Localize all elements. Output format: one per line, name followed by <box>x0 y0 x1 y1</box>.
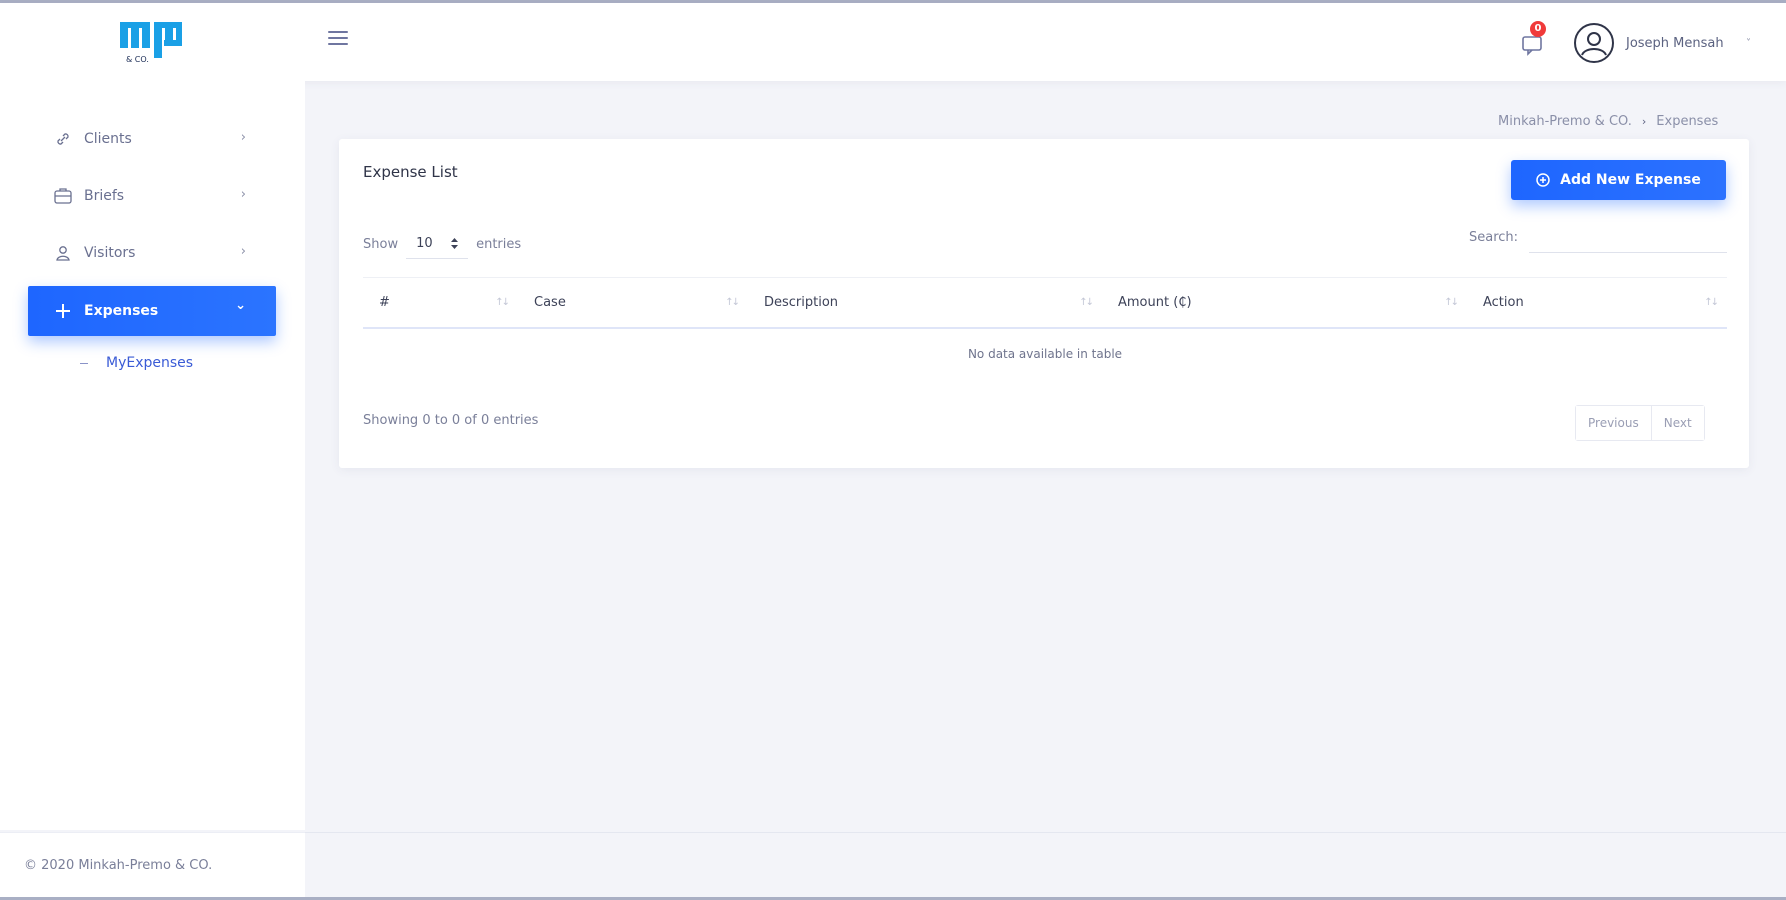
column-header-description[interactable]: Description ↑↓ <box>748 277 1102 329</box>
add-new-expense-button[interactable]: Add New Expense <box>1511 160 1726 200</box>
table-info: Showing 0 to 0 of 0 entries <box>363 413 539 428</box>
footer-main <box>305 832 1786 900</box>
sidebar-item-briefs[interactable]: Briefs › <box>28 171 276 221</box>
column-header-number[interactable]: # ↑↓ <box>363 277 518 329</box>
sidebar-item-label: Visitors <box>84 245 136 261</box>
card-title: Expense List <box>363 163 458 181</box>
table-empty-row: No data available in table <box>967 347 1123 361</box>
sidebar-item-expenses[interactable]: Expenses ⌄ <box>28 286 276 336</box>
breadcrumb: Minkah-Premo & CO. › Expenses <box>1498 114 1718 129</box>
submenu-item-label: MyExpenses <box>106 355 194 371</box>
sidebar-item-label: Expenses <box>84 303 159 319</box>
submenu-item-myexpenses[interactable]: MyExpenses <box>80 355 193 371</box>
column-header-amount[interactable]: Amount (₵) ↑↓ <box>1102 277 1467 329</box>
sort-icon: ↑↓ <box>1079 296 1094 308</box>
expense-list-card: Expense List Add New Expense Show 10 ent… <box>339 139 1749 468</box>
expenses-table: # ↑↓ Case ↑↓ Description ↑↓ Amount (₵) ↑… <box>363 277 1727 379</box>
sort-icon: ↑↓ <box>725 296 740 308</box>
show-label: Show <box>363 236 399 252</box>
chevron-right-icon: › <box>240 187 246 202</box>
plus-icon <box>52 300 74 322</box>
column-header-case[interactable]: Case ↑↓ <box>518 277 748 329</box>
plus-circle-icon <box>1536 173 1550 187</box>
entries-length-control: Show 10 entries <box>363 229 521 259</box>
sidebar-item-visitors[interactable]: Visitors › <box>28 228 276 278</box>
breadcrumb-home[interactable]: Minkah-Premo & CO. <box>1498 114 1632 129</box>
next-page-button[interactable]: Next <box>1650 406 1704 440</box>
sort-icon: ↑↓ <box>495 296 510 308</box>
menu-toggle-icon[interactable] <box>328 31 348 51</box>
notification-badge: 0 <box>1530 21 1546 37</box>
chevron-down-icon: ⌄ <box>235 298 246 313</box>
sidebar-item-label: Clients <box>84 131 132 147</box>
sort-icon: ↑↓ <box>1444 296 1459 308</box>
submenu-dash <box>80 362 88 364</box>
breadcrumb-separator-icon: › <box>1641 115 1647 128</box>
user-menu-chevron-icon[interactable]: ˅ <box>1746 38 1751 49</box>
top-header: & CO. 0 Joseph Mensah ˅ <box>0 3 1786 81</box>
search-label: Search: <box>1469 230 1519 245</box>
entries-select-value: 10 <box>416 236 433 251</box>
sort-icon: ↑↓ <box>1704 296 1719 308</box>
briefcase-icon <box>52 185 74 207</box>
entries-select[interactable]: 10 <box>406 229 469 259</box>
chevron-right-icon: › <box>240 244 246 259</box>
user-icon <box>52 242 74 264</box>
column-header-action[interactable]: Action ↑↓ <box>1467 277 1727 329</box>
pagination: Previous Next <box>1575 405 1705 441</box>
chevron-right-icon: › <box>240 130 246 145</box>
user-name[interactable]: Joseph Mensah <box>1626 36 1724 51</box>
footer-copyright: © 2020 Minkah-Premo & CO. <box>24 858 213 873</box>
sidebar-item-label: Briefs <box>84 188 125 204</box>
select-arrows-icon <box>451 238 459 249</box>
search-input[interactable] <box>1529 223 1727 253</box>
previous-page-button[interactable]: Previous <box>1576 406 1651 440</box>
add-button-label: Add New Expense <box>1560 172 1701 188</box>
entries-label: entries <box>476 236 522 252</box>
link-icon <box>52 128 74 150</box>
svg-text:& CO.: & CO. <box>126 55 149 64</box>
table-header-row: # ↑↓ Case ↑↓ Description ↑↓ Amount (₵) ↑… <box>363 277 1727 329</box>
sidebar-item-clients[interactable]: Clients › <box>28 114 276 164</box>
company-logo[interactable]: & CO. <box>120 20 186 66</box>
breadcrumb-current: Expenses <box>1656 114 1719 129</box>
user-avatar-icon[interactable] <box>1573 22 1615 64</box>
